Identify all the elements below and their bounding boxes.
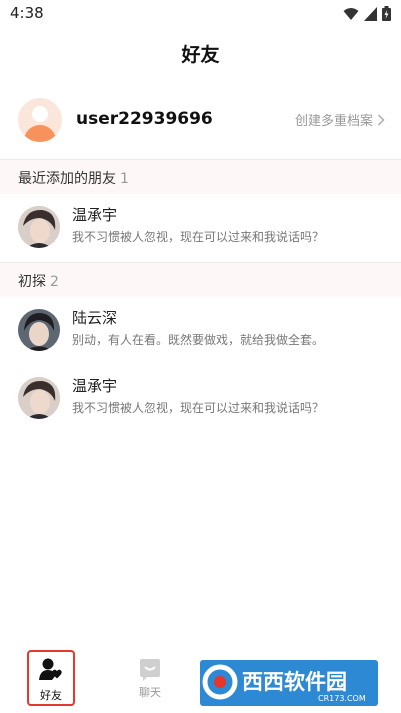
svg-text:CR173.COM: CR173.COM bbox=[318, 694, 366, 703]
friend-avatar[interactable] bbox=[18, 309, 60, 351]
tab-label: 好友 bbox=[40, 689, 62, 702]
friend-name: 温承宇 bbox=[72, 377, 118, 395]
friend-avatar[interactable] bbox=[18, 377, 60, 419]
avatar-body-shape bbox=[24, 125, 56, 142]
svg-text:西西软件园: 西西软件园 bbox=[242, 670, 347, 694]
chat-icon bbox=[140, 659, 160, 681]
watermark-logo: 西西软件园 CR173.COM bbox=[200, 660, 378, 706]
chevron-right-icon bbox=[377, 113, 385, 126]
signal-icon bbox=[364, 6, 377, 21]
username: user22939696 bbox=[76, 109, 213, 129]
battery-icon bbox=[382, 6, 391, 21]
wifi-icon bbox=[343, 7, 359, 20]
friend-avatar[interactable] bbox=[18, 206, 60, 248]
avatar-head-shape bbox=[32, 106, 48, 122]
friend-row[interactable]: 温承宇 我不习惯被人忽视，现在可以过来和我说话吗？ bbox=[0, 194, 401, 262]
avatar-portrait-icon bbox=[18, 206, 60, 248]
tab-friends[interactable]: 好友 bbox=[27, 650, 75, 706]
section-title: 初探 bbox=[18, 274, 46, 290]
friend-name: 陆云深 bbox=[72, 309, 118, 327]
friend-row[interactable]: 温承宇 我不习惯被人忽视，现在可以过来和我说话吗？ bbox=[0, 365, 401, 433]
friend-last-message: 我不习惯被人忽视，现在可以过来和我说话吗？ bbox=[72, 230, 325, 244]
create-profile-label: 创建多重档案 bbox=[294, 114, 373, 129]
friend-name: 温承宇 bbox=[72, 206, 118, 224]
friends-icon bbox=[39, 658, 62, 680]
section-count: 2 bbox=[50, 274, 59, 290]
section-header-first-explore: 初探 2 bbox=[0, 262, 401, 297]
avatar-portrait-icon bbox=[18, 309, 60, 351]
page-title: 好友 bbox=[181, 44, 220, 66]
create-profile-link[interactable]: 创建多重档案 bbox=[295, 110, 385, 129]
section-count: 1 bbox=[120, 171, 129, 187]
user-avatar[interactable] bbox=[18, 98, 62, 142]
section-header-recent: 最近添加的朋友 1 bbox=[0, 159, 401, 194]
section-label: 初探 2 bbox=[18, 271, 59, 291]
status-time: 4:38 bbox=[10, 4, 44, 22]
status-icons bbox=[343, 6, 391, 21]
friend-last-message: 我不习惯被人忽视，现在可以过来和我说话吗？ bbox=[72, 401, 325, 415]
friend-row[interactable]: 陆云深 别动，有人在看。既然要做戏，就给我做全套。 bbox=[0, 297, 401, 365]
tab-chat[interactable]: 聊天 bbox=[120, 646, 180, 708]
friend-last-message: 别动，有人在看。既然要做戏，就给我做全套。 bbox=[72, 333, 325, 347]
section-label: 最近添加的朋友 1 bbox=[18, 168, 129, 188]
section-title: 最近添加的朋友 bbox=[18, 171, 116, 187]
profile-row[interactable]: user22939696 创建多重档案 bbox=[0, 96, 401, 146]
status-bar: 4:38 bbox=[0, 0, 401, 28]
tab-label: 聊天 bbox=[139, 686, 161, 699]
avatar-portrait-icon bbox=[18, 377, 60, 419]
